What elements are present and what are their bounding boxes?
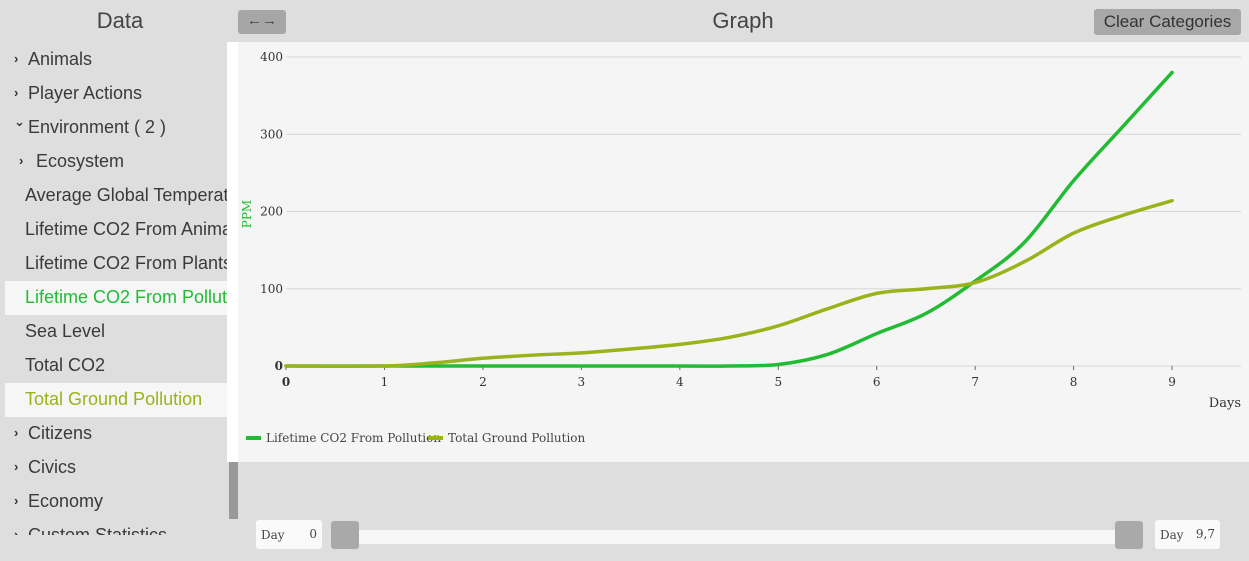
x-tick-label: 1 (381, 375, 389, 389)
chevron-right-icon[interactable]: › (19, 153, 23, 168)
sidebar-item-label: Sea Level (25, 321, 106, 341)
legend-swatch (246, 436, 261, 440)
sidebar-item[interactable]: › Ecosystem (5, 145, 228, 179)
end-day-box[interactable]: Day 9,7 (1155, 520, 1220, 549)
start-day-box[interactable]: Day 0 (256, 520, 322, 549)
sidebar-title: Data (96, 8, 144, 33)
sidebar-item[interactable]: › Custom Statistics (5, 519, 228, 535)
sidebar-item[interactable]: Lifetime CO2 From Pollution (5, 281, 228, 315)
x-tick-label: 2 (479, 375, 487, 389)
end-day-label: Day (1160, 528, 1184, 542)
sidebar-item-label: Average Global Temperature (25, 185, 228, 205)
x-tick-label: 0 (282, 375, 290, 389)
end-day-handle[interactable] (1115, 521, 1143, 549)
sidebar-item[interactable]: Sea Level (5, 315, 228, 349)
plot-background (238, 42, 1249, 462)
sidebar-item-label: Total CO2 (25, 355, 106, 375)
sidebar-item[interactable]: Average Global Temperature (5, 179, 228, 213)
sidebar-item-label: Total Ground Pollution (25, 389, 203, 409)
category-list[interactable]: › Animals › Player Actions ⌄ Environment ( 2 … (5, 43, 228, 535)
y-tick-label: 100 (260, 282, 283, 296)
sidebar-item-label: Lifetime CO2 From Animals (25, 219, 228, 239)
sidebar-item[interactable]: › Player Actions (5, 77, 228, 111)
line-chart: 0 100 200 300 400 0 1 2 3 4 5 6 7 8 9 PPM Days Lifetime C… (238, 42, 1249, 462)
sidebar-item-label: Environment ( 2 ) (28, 117, 167, 137)
start-day-label: Day (261, 528, 285, 542)
end-day-value: 9,7 (1195, 527, 1215, 541)
x-tick-label: 9 (1168, 375, 1176, 389)
chevron-right-icon[interactable]: › (14, 459, 18, 474)
start-day-handle[interactable] (331, 521, 359, 549)
x-tick-label: 6 (873, 375, 881, 389)
sidebar-item[interactable]: › Economy (5, 485, 228, 519)
x-tick-label: 8 (1070, 375, 1078, 389)
x-axis-label: Days (1209, 396, 1241, 411)
y-tick-label: 0 (275, 359, 283, 373)
x-tick-label: 5 (774, 375, 782, 389)
y-tick-label: 300 (260, 127, 283, 141)
chevron-right-icon[interactable]: › (14, 493, 18, 508)
sidebar-item[interactable]: Total CO2 (5, 349, 228, 383)
sidebar-item-label: Economy (28, 491, 104, 511)
sidebar-item[interactable]: › Citizens (5, 417, 228, 451)
sidebar-item-label: Player Actions (28, 83, 143, 103)
y-axis-label: PPM (240, 200, 254, 228)
sidebar-item-label: Civics (28, 457, 76, 477)
legend-label: Lifetime CO2 From Pollution (266, 431, 441, 445)
sidebar-item-label: Lifetime CO2 From Plants (25, 253, 228, 273)
chevron-right-icon[interactable]: › (14, 85, 18, 100)
sidebar-item[interactable]: Total Ground Pollution (5, 383, 228, 417)
day-range-track[interactable] (331, 530, 1143, 544)
chevron-right-icon[interactable]: › (14, 527, 18, 535)
x-tick-label: 3 (578, 375, 586, 389)
start-day-value: 0 (309, 527, 317, 541)
sidebar-item[interactable]: Lifetime CO2 From Plants (5, 247, 228, 281)
sidebar-item-label: Custom Statistics (28, 525, 168, 535)
sidebar-item-label: Lifetime CO2 From Pollution (25, 287, 228, 307)
y-tick-label: 200 (260, 205, 283, 219)
x-tick-label: 7 (971, 375, 979, 389)
sidebar-item[interactable]: ⌄ Environment ( 2 ) (5, 111, 228, 145)
legend-swatch (428, 436, 443, 440)
chevron-right-icon[interactable]: › (14, 425, 18, 440)
app-window: Data › Animals › Player Actions ⌄ Environment… (0, 0, 1249, 561)
sidebar-item[interactable]: Lifetime CO2 From Animals (5, 213, 228, 247)
toggle-sidebar-button[interactable]: ←→ (238, 10, 286, 34)
sidebar-item[interactable]: › Animals (5, 43, 228, 77)
sidebar-item-label: Ecosystem (36, 151, 125, 171)
legend-label: Total Ground Pollution (448, 431, 586, 445)
clear-categories-button[interactable]: Clear Categories (1094, 9, 1241, 35)
sidebar-item[interactable]: › Civics (5, 451, 228, 485)
sidebar-item-label: Citizens (28, 423, 93, 443)
chevron-right-icon[interactable]: › (14, 51, 18, 66)
y-tick-label: 400 (260, 50, 283, 64)
sidebar-item-label: Animals (28, 49, 93, 69)
data-sidebar: Data › Animals › Player Actions ⌄ Environment… (0, 0, 240, 561)
chevron-down-icon[interactable]: ⌄ (14, 114, 25, 130)
x-tick-label: 4 (676, 375, 684, 389)
graph-title: Graph (712, 8, 774, 33)
